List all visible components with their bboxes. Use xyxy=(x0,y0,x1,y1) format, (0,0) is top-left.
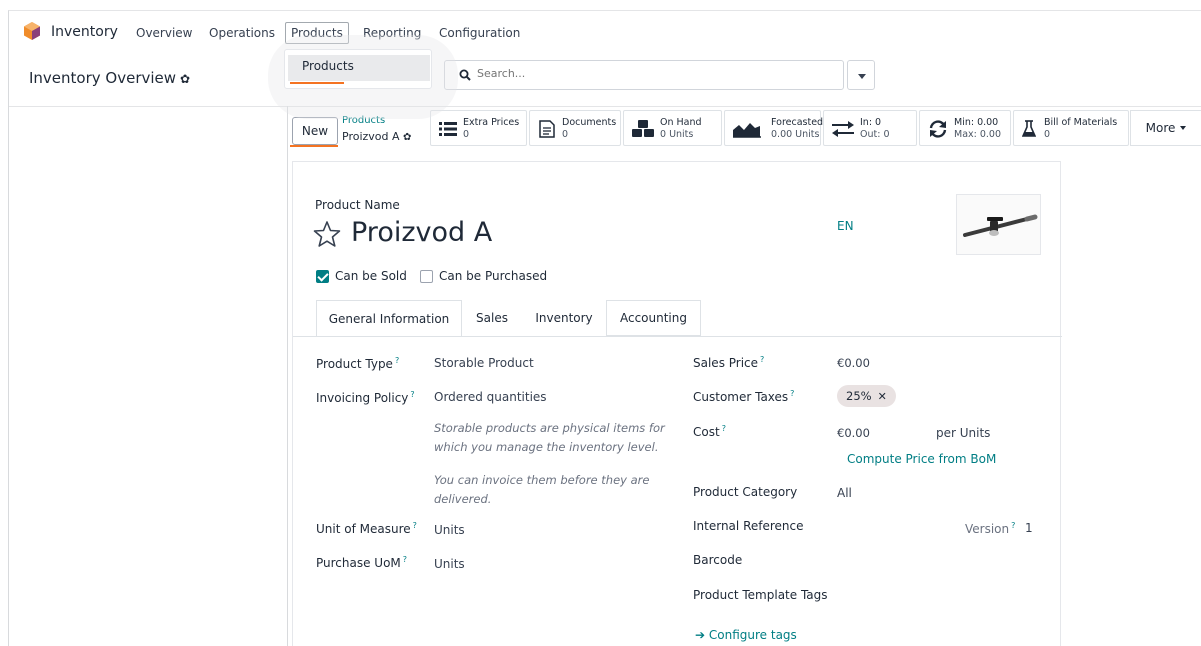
refresh-icon xyxy=(929,120,947,138)
tab-sales[interactable]: Sales xyxy=(462,300,522,336)
nav-configuration[interactable]: Configuration xyxy=(439,26,520,40)
cost-unit: per Units xyxy=(936,426,991,440)
uom-field[interactable]: Units xyxy=(434,523,465,537)
invoicing-policy-field[interactable]: Ordered quantities xyxy=(434,390,547,404)
top-navbar: Inventory Overview Operations Products R… xyxy=(9,11,1201,47)
smart-button-in-out[interactable]: In: 0 Out: 0 xyxy=(823,110,917,146)
tab-general-information[interactable]: General Information xyxy=(316,300,462,336)
barcode-label: Barcode xyxy=(693,553,743,567)
app-name[interactable]: Inventory xyxy=(51,24,118,40)
invoicing-policy-label: Invoicing Policy? xyxy=(316,390,415,405)
search-icon xyxy=(459,69,471,81)
can-be-purchased-checkbox[interactable] xyxy=(420,270,433,283)
dropdown-item-products[interactable]: Products xyxy=(288,55,430,81)
configure-tags-link[interactable]: ➔ Configure tags xyxy=(695,628,797,642)
nav-overview[interactable]: Overview xyxy=(136,26,193,40)
uom-label: Unit of Measure? xyxy=(316,521,417,536)
area-chart-icon xyxy=(733,123,761,138)
can-be-sold-label: Can be Sold xyxy=(335,269,407,283)
product-type-field[interactable]: Storable Product xyxy=(434,356,534,370)
inventory-app-icon[interactable] xyxy=(24,22,40,40)
cost-field[interactable]: €0.00 xyxy=(837,426,870,440)
customer-taxes-label: Customer Taxes? xyxy=(693,389,795,404)
product-form-sheet: Product Name Proizvod A EN Can be Sold C… xyxy=(292,161,1062,646)
star-icon[interactable] xyxy=(313,220,341,248)
help-icon[interactable]: ? xyxy=(1011,521,1015,530)
smart-button-extra-prices[interactable]: Extra Prices 0 xyxy=(430,110,527,146)
purchase-uom-label: Purchase UoM? xyxy=(316,555,408,570)
smart-button-bill-of-materials[interactable]: Bill of Materials 0 xyxy=(1013,110,1129,146)
cubes-icon xyxy=(632,120,654,137)
product-name-label: Product Name xyxy=(315,198,400,212)
can-be-sold-checkbox[interactable] xyxy=(316,270,329,283)
search-options-toggle[interactable] xyxy=(847,60,875,90)
product-name-field[interactable]: Proizvod A xyxy=(351,217,492,248)
dropdown-item-highlight xyxy=(290,82,344,84)
internal-reference-label: Internal Reference xyxy=(693,519,804,533)
product-image-valve xyxy=(963,214,1038,237)
exchange-icon xyxy=(832,121,854,137)
smart-button-on-hand[interactable]: On Hand 0 Units xyxy=(623,110,722,146)
tax-tag-badge: 25% ✕ xyxy=(837,385,896,407)
smart-button-min-max[interactable]: Min: 0.00 Max: 0.00 xyxy=(919,110,1011,146)
product-category-field[interactable]: All xyxy=(837,486,852,500)
sales-price-label: Sales Price? xyxy=(693,355,765,370)
more-button[interactable]: More xyxy=(1130,110,1201,146)
caret-down-icon xyxy=(858,74,866,79)
help-icon[interactable]: ? xyxy=(410,390,414,399)
help-icon[interactable]: ? xyxy=(790,389,794,398)
compute-price-link[interactable]: Compute Price from BoM xyxy=(847,452,996,466)
header-divider xyxy=(9,106,1201,107)
help-icon[interactable]: ? xyxy=(403,555,407,564)
breadcrumb-current: Proizvod A ✿ xyxy=(342,130,412,143)
smart-button-documents[interactable]: Documents 0 xyxy=(529,110,621,146)
invoicing-note: You can invoice them before they are del… xyxy=(434,473,650,506)
tab-inventory[interactable]: Inventory xyxy=(522,300,606,336)
tab-accounting[interactable]: Accounting xyxy=(606,300,701,336)
template-tags-label: Product Template Tags xyxy=(693,588,828,602)
sales-price-field[interactable]: €0.00 xyxy=(837,356,870,370)
flask-icon xyxy=(1022,120,1036,137)
tabs-divider xyxy=(293,336,1062,337)
gear-icon[interactable]: ✿ xyxy=(403,132,411,143)
search-bar[interactable] xyxy=(444,60,844,90)
page-title: Inventory Overview ✿ xyxy=(29,69,191,87)
arrow-right-icon: ➔ xyxy=(695,628,706,642)
caret-down-icon xyxy=(1180,126,1187,130)
left-panel-divider xyxy=(287,106,288,646)
version-field[interactable]: 1 xyxy=(1025,521,1033,535)
new-button-highlight xyxy=(290,145,338,147)
help-icon[interactable]: ? xyxy=(760,355,764,364)
new-button[interactable]: New xyxy=(292,117,338,145)
help-icon[interactable]: ? xyxy=(413,521,417,530)
document-icon xyxy=(539,120,555,138)
smart-button-forecasted[interactable]: Forecasted 0.00 Units xyxy=(724,110,823,146)
product-category-label: Product Category xyxy=(693,485,798,499)
close-icon[interactable]: ✕ xyxy=(878,390,887,403)
app-frame: Inventory Overview Operations Products R… xyxy=(8,10,1201,646)
product-type-label: Product Type? xyxy=(316,356,400,371)
help-icon[interactable]: ? xyxy=(395,356,399,365)
product-type-note: Storable products are physical items for… xyxy=(434,421,665,454)
version-label: Version? xyxy=(965,521,1016,536)
help-icon[interactable]: ? xyxy=(722,424,726,433)
purchase-uom-field[interactable]: Units xyxy=(434,557,465,571)
cost-label: Cost? xyxy=(693,424,726,439)
list-icon xyxy=(439,122,457,136)
gear-icon[interactable]: ✿ xyxy=(180,72,190,86)
can-be-purchased-label: Can be Purchased xyxy=(439,269,548,283)
nav-operations[interactable]: Operations xyxy=(209,26,275,40)
search-input[interactable] xyxy=(477,67,777,80)
product-image[interactable] xyxy=(956,194,1041,255)
language-toggle[interactable]: EN xyxy=(837,219,854,233)
